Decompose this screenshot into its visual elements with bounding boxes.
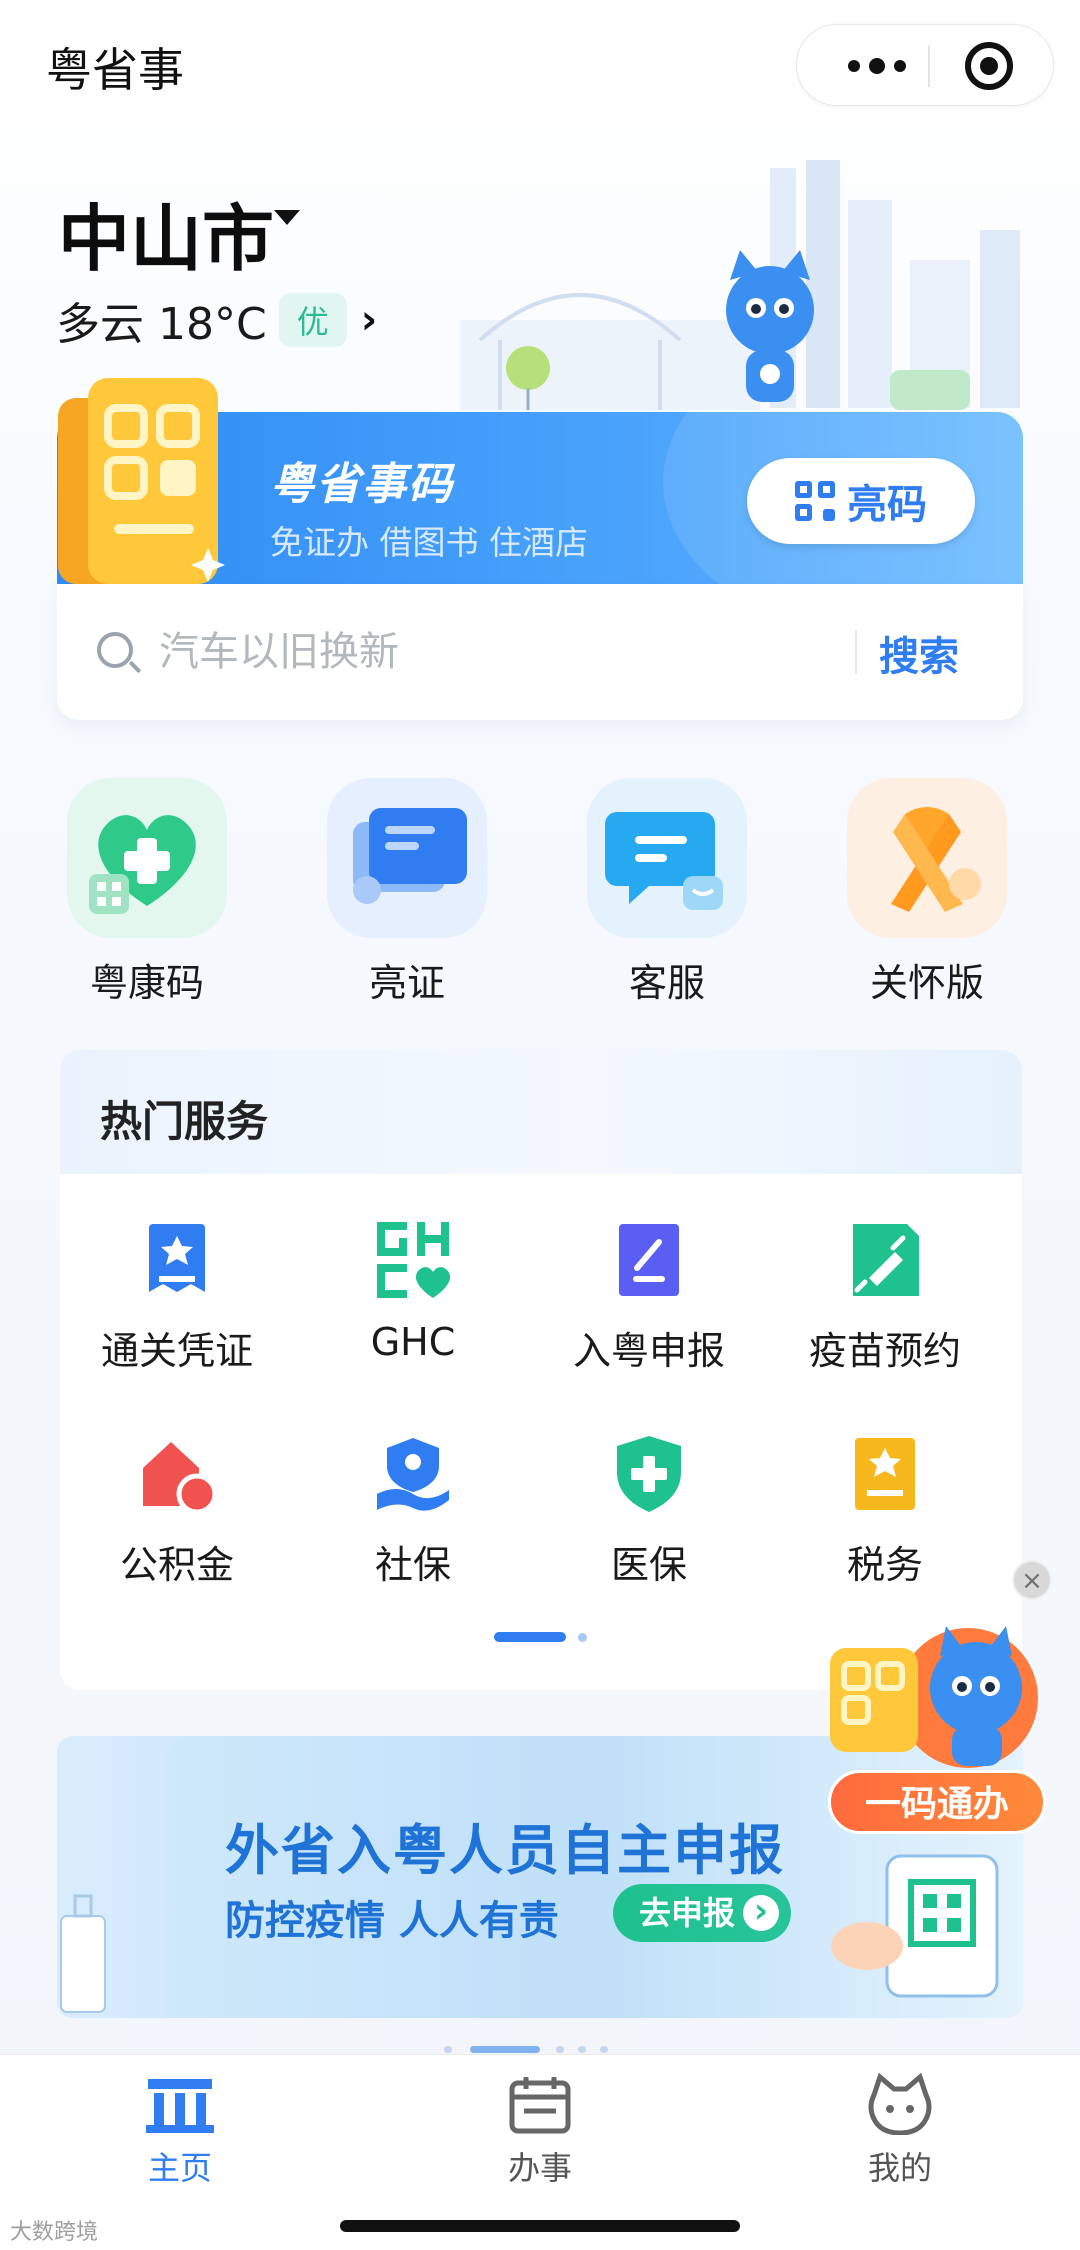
ghc-icon xyxy=(371,1218,455,1302)
service-entry-declaration[interactable]: 入粤申报 xyxy=(534,1218,764,1375)
city-skyline-illustration xyxy=(460,160,1020,410)
chevron-right-icon: › xyxy=(360,297,378,343)
air-quality-badge: 优 xyxy=(278,293,347,347)
search-input[interactable] xyxy=(159,620,779,684)
weather-row[interactable]: 多云 18°C 优 › xyxy=(56,290,377,350)
pager-dot-active xyxy=(494,1632,566,1642)
mini-program-capsule xyxy=(796,24,1054,106)
health-code-heart-icon xyxy=(67,778,227,938)
hot-services-header: 热门服务 xyxy=(60,1050,1022,1174)
capsule-divider xyxy=(928,45,930,87)
service-medical-insurance[interactable]: 医保 xyxy=(534,1432,764,1589)
banner-pager-dot xyxy=(556,2046,564,2053)
more-icon[interactable] xyxy=(827,25,927,107)
show-code-button[interactable]: 亮码 xyxy=(747,458,975,544)
declare-icon xyxy=(607,1218,691,1302)
quick-entries: 粤康码 亮证 客服 关怀版 xyxy=(60,778,1020,1008)
code-banner-subtitle: 免证办 借图书 住酒店 xyxy=(270,523,588,562)
tab-label: 我的 xyxy=(867,2149,932,2187)
id-cards-icon xyxy=(327,778,487,938)
top-bar: 粤省事 xyxy=(0,0,1080,130)
service-customs-pass[interactable]: 通关凭证 xyxy=(62,1218,292,1375)
service-label: 疫苗预约 xyxy=(808,1329,961,1373)
service-label: 通关凭证 xyxy=(100,1329,253,1373)
show-code-label: 亮码 xyxy=(847,482,927,528)
tab-home[interactable]: 主页 xyxy=(80,2073,280,2189)
service-tax[interactable]: 税务 xyxy=(770,1432,1000,1589)
social-insurance-icon xyxy=(371,1432,455,1516)
tab-profile[interactable]: 我的 xyxy=(800,2072,1000,2189)
tab-label: 办事 xyxy=(507,2149,572,2187)
calendar-icon xyxy=(504,2073,576,2135)
housing-fund-icon xyxy=(135,1432,219,1516)
banner-pager-dot xyxy=(578,2046,586,2053)
customs-pass-icon xyxy=(135,1218,219,1302)
hot-services-card: 热门服务 通关凭证 GHC 入粤申报 疫苗预约 公积金 社保 医保 税务 xyxy=(60,1050,1022,1690)
watermark: 大数跨境 xyxy=(10,2220,99,2245)
app-title: 粤省事 xyxy=(46,43,184,97)
caret-down-icon xyxy=(274,210,300,225)
service-label: 入粤申报 xyxy=(572,1329,725,1373)
quick-entry-label: 粤康码 xyxy=(89,961,204,1005)
home-icon xyxy=(144,2073,216,2135)
tab-services[interactable]: 办事 xyxy=(440,2073,640,2189)
banner-pager xyxy=(444,2046,624,2054)
pager-dot[interactable] xyxy=(578,1633,587,1642)
ribbon-icon xyxy=(847,778,1007,938)
city-name: 中山市 xyxy=(58,197,275,281)
quick-entry-show-id[interactable]: 亮证 xyxy=(312,778,502,1007)
service-ghc[interactable]: GHC xyxy=(298,1218,528,1364)
close-icon[interactable]: × xyxy=(1012,1560,1052,1600)
one-code-widget[interactable]: 一码通办 xyxy=(826,1608,1050,1838)
search-button[interactable]: 搜索 xyxy=(879,624,959,682)
service-label: 医保 xyxy=(610,1543,687,1587)
quick-entry-label: 关怀版 xyxy=(869,961,984,1005)
banner-pager-dot xyxy=(600,2046,608,2053)
quick-entry-health-code[interactable]: 粤康码 xyxy=(52,778,242,1007)
home-indicator[interactable] xyxy=(340,2220,740,2232)
service-label: 公积金 xyxy=(119,1543,234,1587)
hot-services-title: 热门服务 xyxy=(100,1097,269,1146)
qr-code-icon xyxy=(795,481,835,521)
service-label: 社保 xyxy=(374,1543,451,1587)
weather-text: 多云 18°C xyxy=(56,299,267,350)
phone-qr-icon xyxy=(831,1854,999,1998)
tax-icon xyxy=(843,1432,927,1516)
banner-pager-dot-active xyxy=(470,2046,540,2053)
search-bar: 搜索 xyxy=(57,584,1023,720)
service-vaccine-booking[interactable]: 疫苗预约 xyxy=(770,1218,1000,1375)
chat-bubble-icon xyxy=(587,778,747,938)
profile-icon xyxy=(864,2072,936,2136)
quick-entry-care-mode[interactable]: 关怀版 xyxy=(832,778,1022,1007)
qr-card-icon xyxy=(58,378,225,584)
quick-entry-label: 客服 xyxy=(628,961,705,1005)
code-banner-title: 粤省事码 xyxy=(270,459,454,510)
mascot-icon xyxy=(830,1626,1038,1768)
service-social-insurance[interactable]: 社保 xyxy=(298,1432,528,1589)
declare-now-button[interactable]: 去申报 xyxy=(613,1884,792,1942)
service-housing-fund[interactable]: 公积金 xyxy=(62,1432,292,1589)
vaccine-icon xyxy=(843,1218,927,1302)
service-label: 税务 xyxy=(846,1543,923,1587)
suitcase-icon xyxy=(60,1894,106,2013)
search-divider xyxy=(855,630,857,674)
search-icon xyxy=(97,632,133,668)
banner-title: 外省入粤人员自主申报 xyxy=(225,1819,785,1882)
quick-entry-label: 亮证 xyxy=(368,961,445,1005)
banner-pager-dot xyxy=(444,2046,452,2053)
banner-subtitle: 防控疫情 人人有责 xyxy=(225,1898,559,1944)
city-selector[interactable]: 中山市 xyxy=(58,180,300,285)
quick-entry-customer-service[interactable]: 客服 xyxy=(572,778,762,1007)
one-code-label: 一码通办 xyxy=(828,1770,1046,1834)
medical-insurance-icon xyxy=(607,1432,691,1516)
target-icon[interactable] xyxy=(965,42,1013,90)
tab-label: 主页 xyxy=(147,2149,212,2187)
service-label: GHC xyxy=(370,1320,456,1364)
